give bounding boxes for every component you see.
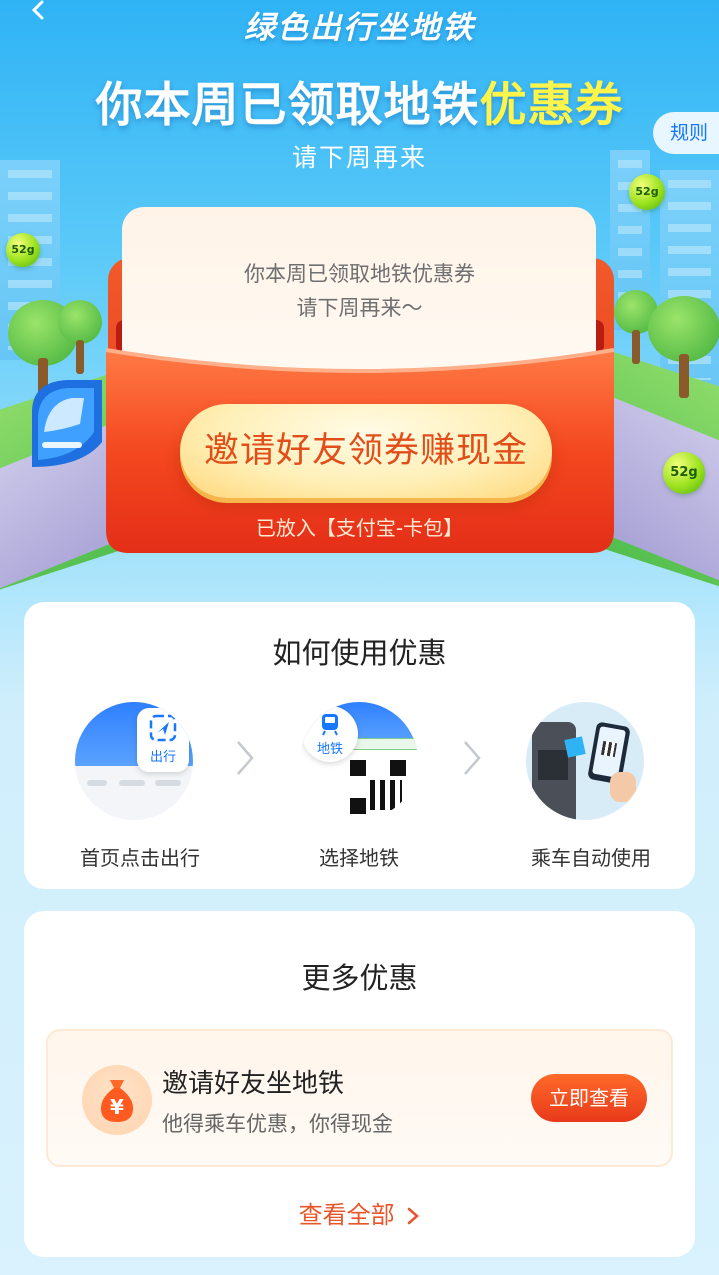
offer-invite-friend-subway[interactable]: ¥ 邀请好友坐地铁 他得乘车优惠，你得现金 立即查看 — [46, 1029, 673, 1167]
chevron-right-icon — [237, 741, 254, 775]
subway-icon — [322, 714, 338, 736]
coupon-message-line2: 请下周再来～ — [296, 296, 423, 320]
page-headline: 你本周已领取地铁优惠券 — [0, 66, 719, 135]
invite-friends-coupon-button[interactable]: 邀请好友领券赚现金 — [180, 404, 552, 498]
headline-main: 你本周已领取地铁 — [95, 78, 480, 133]
step-image-home: 出行 — [75, 702, 193, 820]
step-icon-text: 地铁 — [316, 742, 343, 757]
view-now-button[interactable]: 立即查看 — [531, 1074, 647, 1122]
step-image-subway: 地铁 — [300, 702, 418, 820]
money-symbol: ¥ — [110, 1095, 124, 1119]
how-to-use-title: 如何使用优惠 — [272, 636, 447, 670]
hero-banner: 绿色出行坐地铁 你本周已领取地铁优惠券 请下周再来 规则 52g 52g 52g… — [0, 0, 719, 600]
more-offers-title: 更多优惠 — [301, 961, 418, 995]
offer-description: 他得乘车优惠，你得现金 — [162, 1112, 393, 1136]
step-label: 首页点击出行 — [80, 846, 200, 870]
page-subline: 请下周再来 — [291, 143, 427, 172]
brand-title: 绿色出行坐地铁 — [244, 10, 475, 46]
turnstile-scan-icon — [526, 702, 644, 820]
view-all-label: 查看全部 — [298, 1201, 395, 1229]
energy-ball[interactable]: 52g — [663, 452, 705, 494]
headline-highlight: 优惠券 — [479, 78, 624, 133]
money-bag-icon: ¥ — [82, 1065, 152, 1135]
saved-to-wallet-note: 已放入【支付宝-卡包】 — [255, 516, 464, 540]
coupon-message-line1: 你本周已领取地铁优惠券 — [244, 262, 475, 286]
chevron-right-icon — [464, 741, 481, 775]
navigation-icon — [149, 714, 177, 742]
view-all-link[interactable]: 查看全部 — [24, 1195, 695, 1230]
how-to-use-card: 如何使用优惠 出行 首页点击出行 地铁 选择地铁 乘车自动使用 — [24, 602, 695, 889]
step-label: 选择地铁 — [319, 846, 399, 870]
rules-button[interactable]: 规则 — [653, 112, 719, 154]
energy-ball[interactable]: 52g — [629, 174, 665, 210]
chevron-right-icon — [408, 1207, 420, 1225]
offer-title: 邀请好友坐地铁 — [162, 1069, 345, 1099]
more-offers-card: 更多优惠 ¥ 邀请好友坐地铁 他得乘车优惠，你得现金 立即查看 查看全部 — [24, 911, 695, 1257]
step-icon-text: 出行 — [149, 750, 176, 765]
train-illustration — [32, 380, 102, 467]
step-label: 乘车自动使用 — [531, 846, 651, 870]
